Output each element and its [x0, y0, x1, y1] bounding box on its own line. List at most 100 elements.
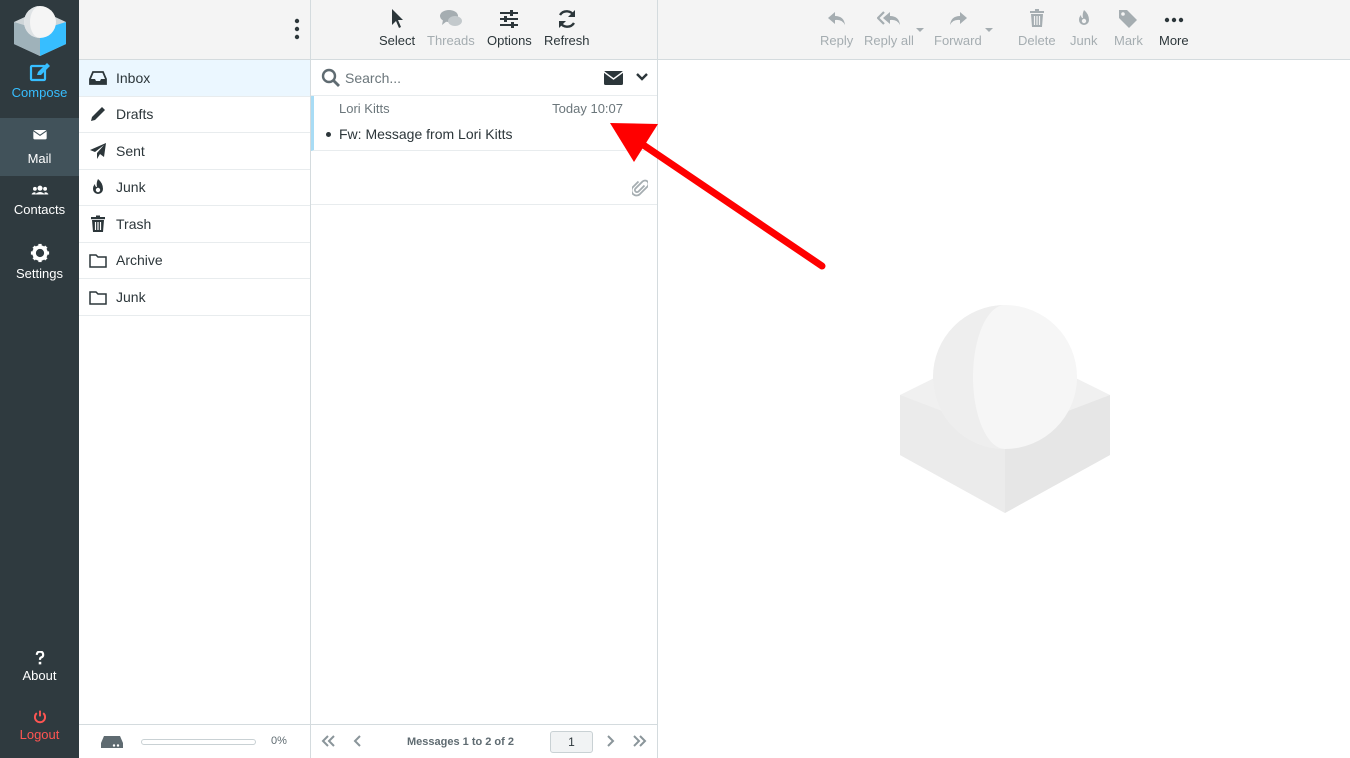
fire-icon — [93, 179, 103, 195]
settings-button[interactable]: Settings — [0, 235, 79, 293]
forward-icon — [949, 12, 967, 25]
more-label: More — [1159, 33, 1189, 48]
power-icon — [33, 710, 46, 724]
mail-button[interactable]: Mail — [0, 118, 79, 176]
about-button[interactable]: About — [0, 643, 79, 701]
message-content-pane: Reply Reply all Forward Delete Junk Mark… — [658, 0, 1350, 758]
options-button[interactable]: Options — [487, 8, 532, 48]
mail-label: Mail — [27, 151, 52, 166]
contacts-button[interactable]: Contacts — [0, 177, 79, 235]
message-subject: Fw: Message from Lori Kitts — [339, 126, 513, 142]
forward-dropdown-icon[interactable] — [985, 28, 993, 32]
chevron-down-icon[interactable] — [636, 72, 648, 82]
folder-trash[interactable]: Trash — [79, 206, 310, 243]
mark-label: Mark — [1114, 33, 1143, 48]
trash-icon — [91, 215, 105, 232]
select-button[interactable]: Select — [379, 8, 415, 48]
message-sender: Lori Kitts — [339, 101, 390, 116]
folder-label: Junk — [116, 288, 146, 305]
refresh-icon — [558, 10, 575, 28]
sliders-icon — [500, 10, 519, 28]
more-button[interactable]: More — [1159, 8, 1189, 48]
refresh-button[interactable]: Refresh — [544, 8, 590, 48]
inbox-icon — [89, 70, 107, 85]
junk-button[interactable]: Junk — [1070, 8, 1097, 48]
reply-all-dropdown-icon[interactable] — [916, 28, 924, 32]
about-label: About — [22, 668, 57, 683]
threads-button[interactable]: Threads — [427, 8, 475, 48]
folder-icon — [89, 254, 107, 268]
users-icon — [31, 185, 48, 195]
reply-all-button[interactable]: Reply all — [864, 8, 914, 48]
quota-footer: 0% — [79, 724, 310, 758]
unread-indicator — [326, 132, 331, 137]
hard-drive-icon — [101, 736, 123, 748]
folder-junk[interactable]: Junk — [79, 170, 310, 206]
folder-drafts[interactable]: Drafts — [79, 97, 310, 133]
folder-list-pane: Inbox Drafts Sent Junk Trash Archive Jun… — [79, 0, 311, 758]
message-row[interactable]: Lori Kitts Today 10:07 Fw: Message from … — [311, 96, 657, 151]
delete-button[interactable]: Delete — [1018, 8, 1056, 48]
forward-button[interactable]: Forward — [934, 8, 982, 48]
contacts-label: Contacts — [13, 202, 66, 217]
folders-header — [79, 0, 310, 60]
folder-archive[interactable]: Archive — [79, 243, 310, 279]
options-label: Options — [487, 33, 532, 48]
mark-button[interactable]: Mark — [1114, 8, 1143, 48]
folder-label: Inbox — [116, 69, 151, 86]
threads-label: Threads — [427, 33, 475, 48]
pencil-icon — [91, 107, 105, 122]
next-page-icon[interactable] — [605, 734, 615, 748]
fire-icon — [1078, 10, 1089, 25]
search-input[interactable] — [345, 66, 595, 90]
cursor-icon — [392, 9, 404, 28]
comments-icon — [439, 10, 462, 26]
page-number-input[interactable]: 1 — [550, 731, 593, 753]
reply-all-icon — [876, 11, 900, 25]
folder-label: Junk — [116, 179, 146, 196]
folder-junk-custom[interactable]: Junk — [79, 279, 310, 316]
message-toolbar: Reply Reply all Forward Delete Junk Mark… — [658, 0, 1350, 60]
settings-label: Settings — [16, 266, 63, 281]
quota-percent: 0% — [271, 735, 287, 747]
prev-page-icon[interactable] — [353, 734, 363, 748]
question-icon — [35, 651, 44, 665]
logout-button[interactable]: Logout — [0, 702, 79, 758]
envelope-icon[interactable] — [604, 71, 623, 85]
more-icon — [1164, 17, 1184, 23]
folder-label: Sent — [116, 142, 145, 159]
list-pagination: Messages 1 to 2 of 2 1 — [311, 724, 657, 758]
folder-inbox[interactable]: Inbox — [79, 60, 310, 97]
first-page-icon[interactable] — [320, 734, 336, 748]
message-row[interactable] — [311, 151, 657, 205]
forward-label: Forward — [934, 33, 982, 48]
paperclip-icon — [632, 179, 648, 197]
reply-icon — [827, 12, 845, 25]
compose-button[interactable]: Compose — [0, 62, 79, 120]
folder-icon — [89, 291, 107, 305]
kebab-menu-icon[interactable] — [292, 18, 302, 40]
paper-plane-icon — [90, 142, 106, 159]
gear-icon — [30, 243, 49, 263]
reply-all-label: Reply all — [864, 33, 914, 48]
main-nav: Compose Mail Contacts Settings About Log… — [0, 0, 79, 758]
last-page-icon[interactable] — [632, 734, 648, 748]
roundcube-logo[interactable] — [0, 0, 79, 60]
junk-label: Junk — [1070, 33, 1098, 48]
message-count: Messages 1 to 2 of 2 — [407, 736, 514, 748]
list-toolbar: Select Threads Options Refresh — [311, 0, 657, 60]
search-bar — [311, 60, 657, 96]
trash-icon — [1029, 9, 1044, 27]
roundcube-watermark-logo — [900, 305, 1110, 513]
compose-icon — [29, 63, 50, 82]
search-icon[interactable] — [321, 68, 341, 88]
folder-label: Drafts — [116, 106, 154, 123]
reply-button[interactable]: Reply — [820, 8, 853, 48]
folder-label: Archive — [116, 252, 163, 269]
delete-label: Delete — [1018, 33, 1056, 48]
envelope-icon — [32, 130, 47, 140]
refresh-label: Refresh — [544, 33, 590, 48]
quota-progress-bar — [141, 739, 256, 745]
folder-sent[interactable]: Sent — [79, 133, 310, 170]
compose-label: Compose — [11, 85, 68, 100]
